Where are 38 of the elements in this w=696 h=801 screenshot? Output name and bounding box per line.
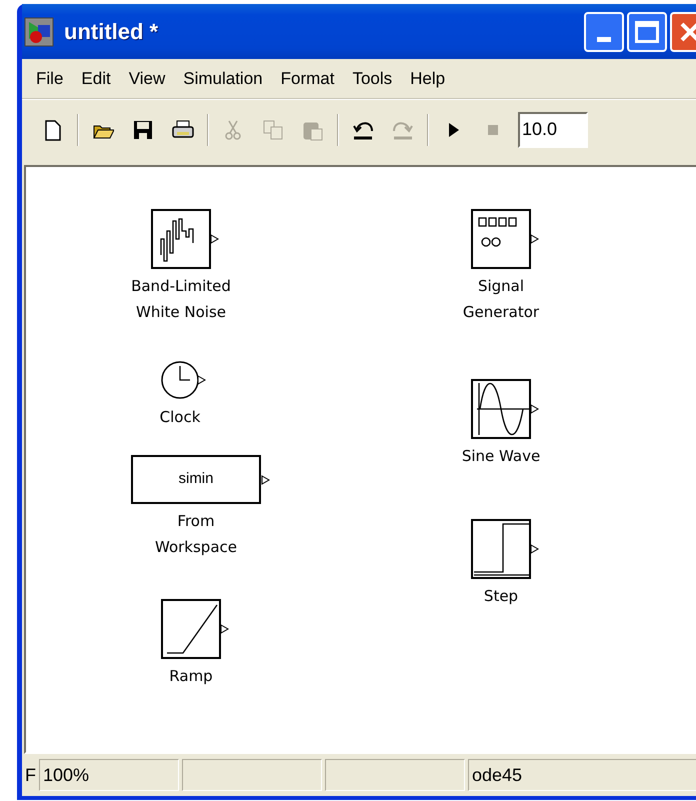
copy-icon <box>262 118 284 140</box>
status-text: 100% <box>43 764 90 786</box>
block-label: From <box>177 511 215 532</box>
printer-icon <box>172 118 194 140</box>
block-label: Ramp <box>169 666 213 687</box>
minimize-button[interactable] <box>584 12 624 52</box>
step-block-icon[interactable] <box>471 519 541 579</box>
stop-time-field[interactable]: 10.0 <box>518 112 588 148</box>
block-label: Step <box>484 586 518 607</box>
status-text: ode45 <box>472 764 522 786</box>
close-icon <box>679 20 696 42</box>
maximize-button[interactable] <box>627 12 667 52</box>
menu-item[interactable]: File <box>28 66 72 92</box>
block-label: Signal <box>478 276 524 297</box>
menu-item[interactable]: Edit <box>73 66 119 92</box>
menu-item[interactable]: Help <box>402 66 454 92</box>
menu-item[interactable]: Simulation <box>175 66 271 92</box>
model-canvas[interactable]: Band-Limited White Noise Signal Generator Clock Sine Wave simin From Workspace Step Ramp <box>24 165 696 754</box>
menu-item[interactable]: View <box>120 66 174 92</box>
menu-item[interactable]: Format <box>272 66 342 92</box>
maximize-icon <box>635 20 659 42</box>
block-label: White Noise <box>136 302 226 323</box>
block-label: Sine Wave <box>462 446 540 467</box>
save-icon <box>132 118 154 140</box>
window-title: untitled * <box>64 18 158 46</box>
status-text: F <box>25 764 36 786</box>
signal-generator-block-icon[interactable] <box>471 209 541 269</box>
block-label: Workspace <box>155 537 237 558</box>
app-icon <box>24 16 54 46</box>
sine-wave-block-icon[interactable] <box>471 379 541 439</box>
block-label: Clock <box>160 407 200 428</box>
menu-item[interactable]: Tools <box>344 66 400 92</box>
block-label: Band-Limited <box>131 276 231 297</box>
ramp-block-icon[interactable] <box>161 599 231 659</box>
variable-name: simin <box>178 469 214 490</box>
minimize-icon <box>597 36 611 42</box>
noise-block-icon[interactable] <box>151 209 221 269</box>
block-label: Generator <box>462 302 540 323</box>
